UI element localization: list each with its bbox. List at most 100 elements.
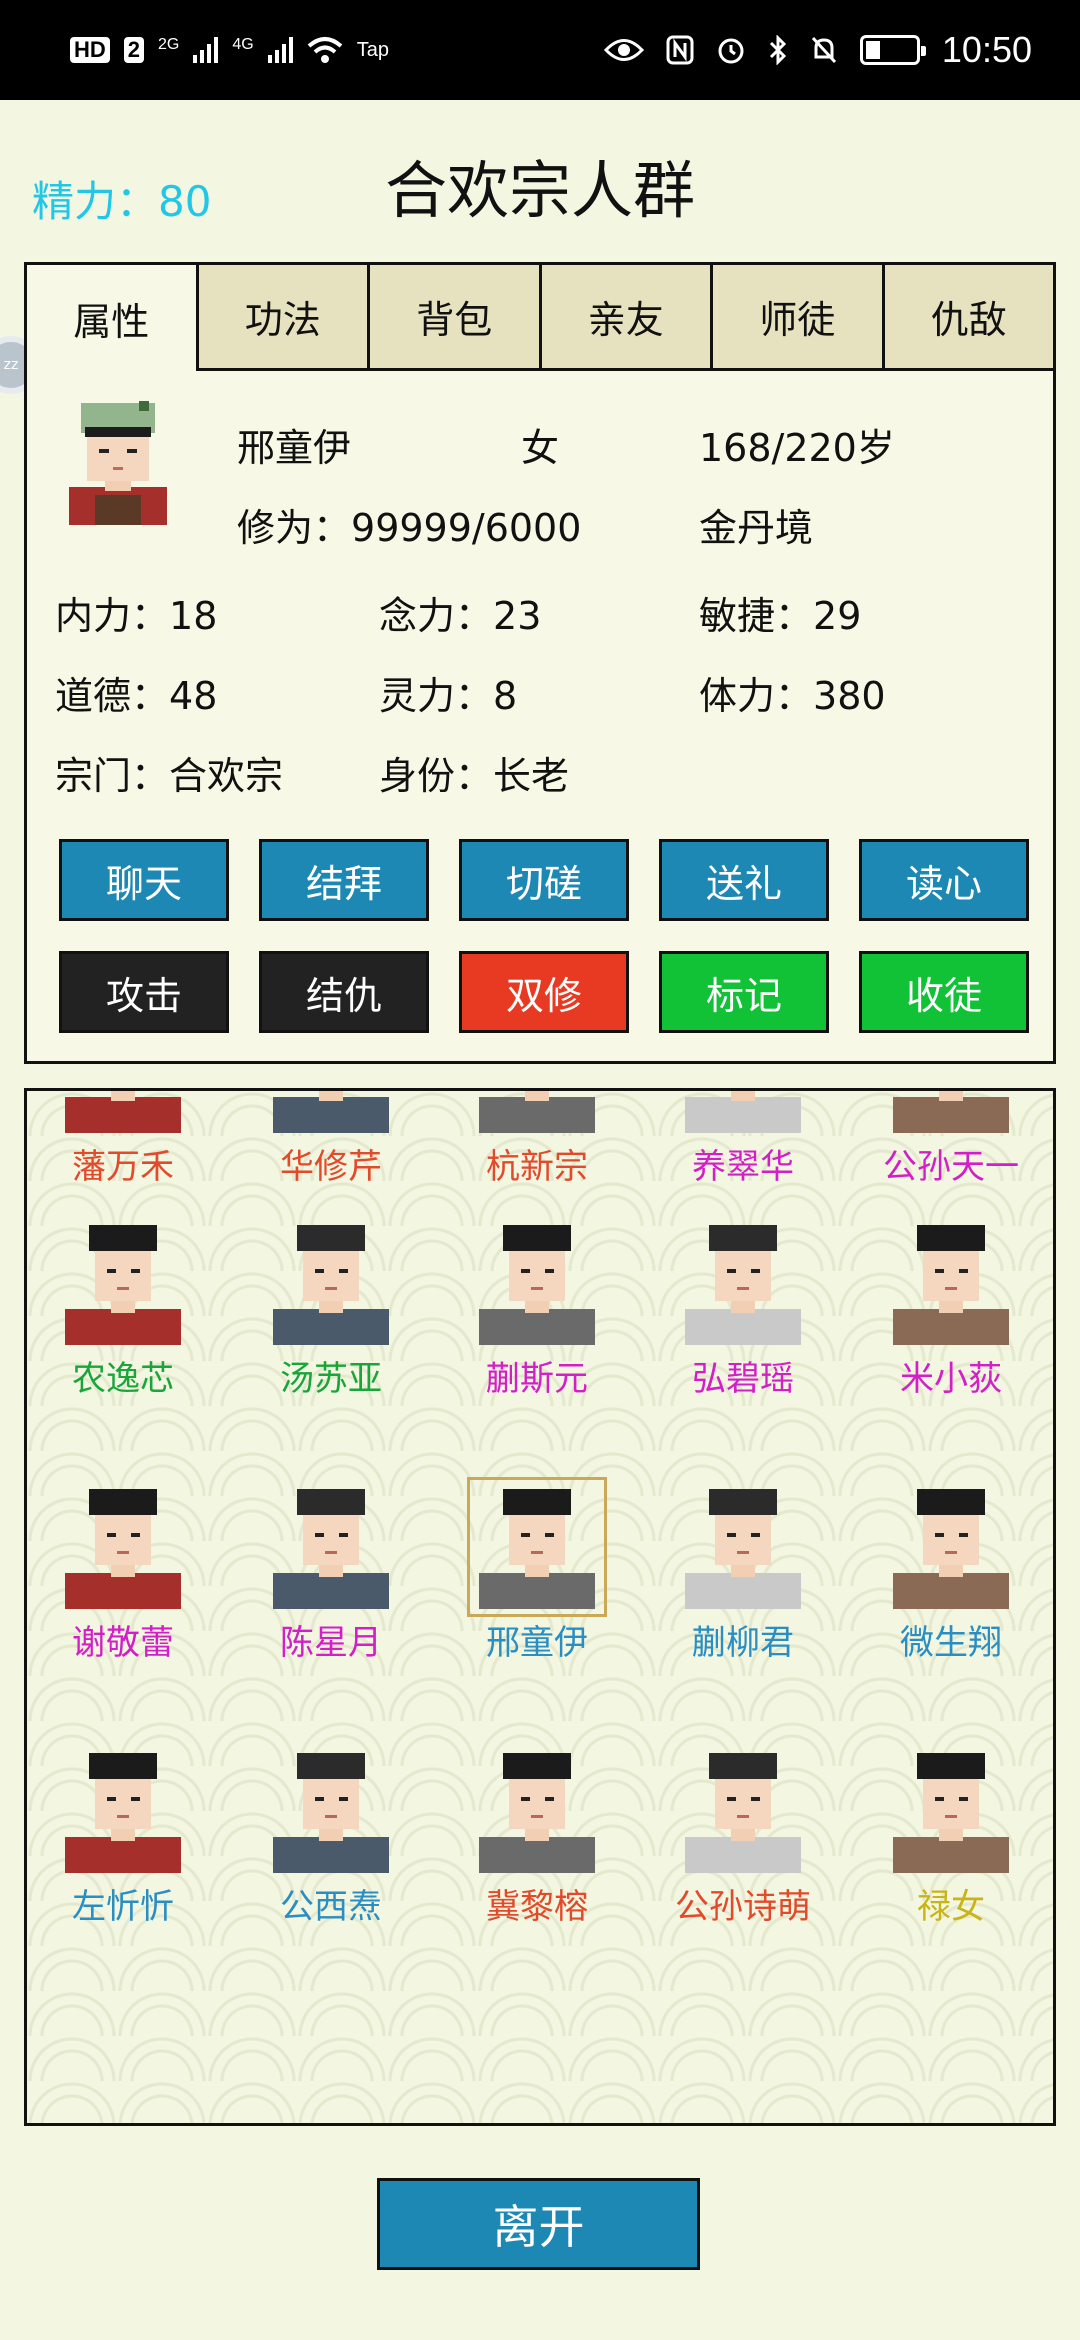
tab-attributes[interactable]: 属性 — [27, 265, 199, 371]
alarm-icon — [718, 38, 744, 64]
person-name: 蒯斯元 — [486, 1359, 588, 1399]
network-4g-label: 4G — [232, 36, 254, 53]
person-avatar — [479, 1753, 595, 1873]
person-cell[interactable]: 汤苏亚 — [243, 1221, 443, 1421]
character-name: 邢童伊 — [237, 426, 352, 470]
person-name: 蒯柳君 — [692, 1623, 794, 1663]
bluetooth-icon — [769, 35, 787, 65]
stat-spirit-power: 灵力：8 — [379, 665, 517, 720]
character-age: 168/220岁 — [699, 426, 895, 470]
person-name: 汤苏亚 — [280, 1359, 382, 1399]
person-name: 藩万禾 — [72, 1147, 174, 1187]
dual-cultivation-button[interactable]: 双修 — [459, 951, 629, 1033]
person-name: 米小荻 — [900, 1359, 1002, 1399]
person-name: 杭新宗 — [486, 1147, 588, 1187]
status-left: HD 2 2G 4G Tap — [70, 36, 389, 64]
person-avatar — [65, 1489, 181, 1609]
attack-button[interactable]: 攻击 — [59, 951, 229, 1033]
sim-number: 2 — [123, 37, 145, 63]
person-cell[interactable]: 禄女 — [863, 1749, 1053, 1949]
status-bar: HD 2 2G 4G Tap 10:50 — [0, 0, 1080, 100]
stat-value: 18 — [169, 594, 218, 638]
stat-value: 48 — [169, 674, 218, 718]
tab-master-disciple[interactable]: 师徒 — [713, 265, 885, 371]
person-cell[interactable]: 陈星月 — [243, 1485, 443, 1685]
tap-label: Tap — [356, 38, 389, 61]
person-name: 公西焘 — [280, 1887, 382, 1927]
tab-skills[interactable]: 功法 — [198, 265, 370, 371]
cultivation-label: 修为： — [237, 506, 352, 550]
person-cell[interactable]: 谢敬蕾 — [35, 1485, 235, 1685]
stat-label: 念力： — [379, 594, 494, 638]
tab-friends[interactable]: 亲友 — [541, 265, 713, 371]
person-avatar — [685, 1091, 801, 1133]
person-name: 陈星月 — [280, 1623, 382, 1663]
leave-button[interactable]: 离开 — [377, 2178, 700, 2270]
stat-mind-power: 念力：23 — [379, 585, 541, 640]
sect-value: 合欢宗 — [169, 754, 284, 798]
tab-inventory[interactable]: 背包 — [370, 265, 542, 371]
person-name: 左忻忻 — [72, 1887, 174, 1927]
signal-icon — [267, 37, 293, 63]
person-avatar — [893, 1753, 1009, 1873]
sect-label: 宗门： — [55, 754, 170, 798]
person-cell[interactable]: 蒯斯元 — [449, 1221, 649, 1421]
identity-row: 身份：长老 — [379, 745, 569, 800]
take-disciple-button[interactable]: 收徒 — [859, 951, 1029, 1033]
sworn-brother-button[interactable]: 结拜 — [259, 839, 429, 921]
stat-label: 灵力： — [379, 674, 494, 718]
person-cell[interactable]: 邢童伊 — [449, 1477, 649, 1685]
person-name: 养翠华 — [692, 1147, 794, 1187]
stat-inner-power: 内力：18 — [55, 585, 217, 640]
read-mind-button[interactable]: 读心 — [859, 839, 1029, 921]
person-avatar — [685, 1225, 801, 1345]
person-name: 公孙诗萌 — [675, 1887, 811, 1927]
stat-label: 内力： — [55, 594, 170, 638]
selected-person-frame — [467, 1477, 607, 1617]
cultivation-row: 修为：99999/6000 — [237, 497, 581, 552]
person-avatar — [685, 1489, 801, 1609]
stat-value: 23 — [493, 594, 542, 638]
feud-button[interactable]: 结仇 — [259, 951, 429, 1033]
chat-button[interactable]: 聊天 — [59, 839, 229, 921]
person-cell[interactable]: 左忻忻 — [35, 1749, 235, 1949]
stat-label: 体力： — [699, 674, 814, 718]
person-cell[interactable]: 冀黎榕 — [449, 1749, 649, 1949]
person-cell[interactable]: 公孙诗萌 — [655, 1749, 855, 1949]
person-name: 华修芹 — [280, 1147, 382, 1187]
person-avatar — [65, 1091, 181, 1133]
tab-bar: 属性 功法 背包 亲友 师徒 仇敌 — [27, 265, 1053, 371]
tab-enemies[interactable]: 仇敌 — [884, 265, 1053, 371]
person-cell[interactable]: 杭新宗 — [449, 1091, 649, 1209]
person-cell[interactable]: 养翠华 — [655, 1091, 855, 1209]
person-name: 农逸芯 — [72, 1359, 174, 1399]
person-avatar — [893, 1225, 1009, 1345]
wifi-icon — [307, 37, 343, 63]
mark-button[interactable]: 标记 — [659, 951, 829, 1033]
character-gender: 女 — [521, 426, 560, 470]
person-cell[interactable]: 藩万禾 — [35, 1091, 235, 1209]
stat-agility: 敏捷：29 — [699, 585, 861, 640]
page-title: 合欢宗人群 — [384, 154, 695, 227]
hd-badge: HD — [70, 37, 110, 63]
gift-button[interactable]: 送礼 — [659, 839, 829, 921]
network-2g-label: 2G — [158, 36, 180, 53]
stat-morality: 道德：48 — [55, 665, 217, 720]
person-cell[interactable]: 米小荻 — [863, 1221, 1053, 1421]
person-avatar — [273, 1091, 389, 1133]
person-name: 公孙天一 — [883, 1147, 1019, 1187]
person-name: 冀黎榕 — [486, 1887, 588, 1927]
people-grid[interactable]: 藩万禾 华修芹 杭新宗 养翠华 公孙天一农逸芯 汤苏亚 蒯斯元 弘碧瑶 米小荻谢敬蕾 陈星月 邢童伊… — [24, 1088, 1056, 2126]
person-cell[interactable]: 蒯柳君 — [655, 1485, 855, 1685]
person-name: 禄女 — [917, 1887, 985, 1927]
person-cell[interactable]: 公孙天一 — [863, 1091, 1053, 1209]
person-cell[interactable]: 华修芹 — [243, 1091, 443, 1209]
spar-button[interactable]: 切磋 — [459, 839, 629, 921]
person-cell[interactable]: 农逸芯 — [35, 1221, 235, 1421]
person-cell[interactable]: 微生翔 — [863, 1485, 1053, 1685]
signal-icon — [193, 37, 219, 63]
person-cell[interactable]: 弘碧瑶 — [655, 1221, 855, 1421]
stat-stamina: 体力：380 — [699, 665, 886, 720]
person-name: 邢童伊 — [486, 1623, 588, 1663]
person-cell[interactable]: 公西焘 — [243, 1749, 443, 1949]
